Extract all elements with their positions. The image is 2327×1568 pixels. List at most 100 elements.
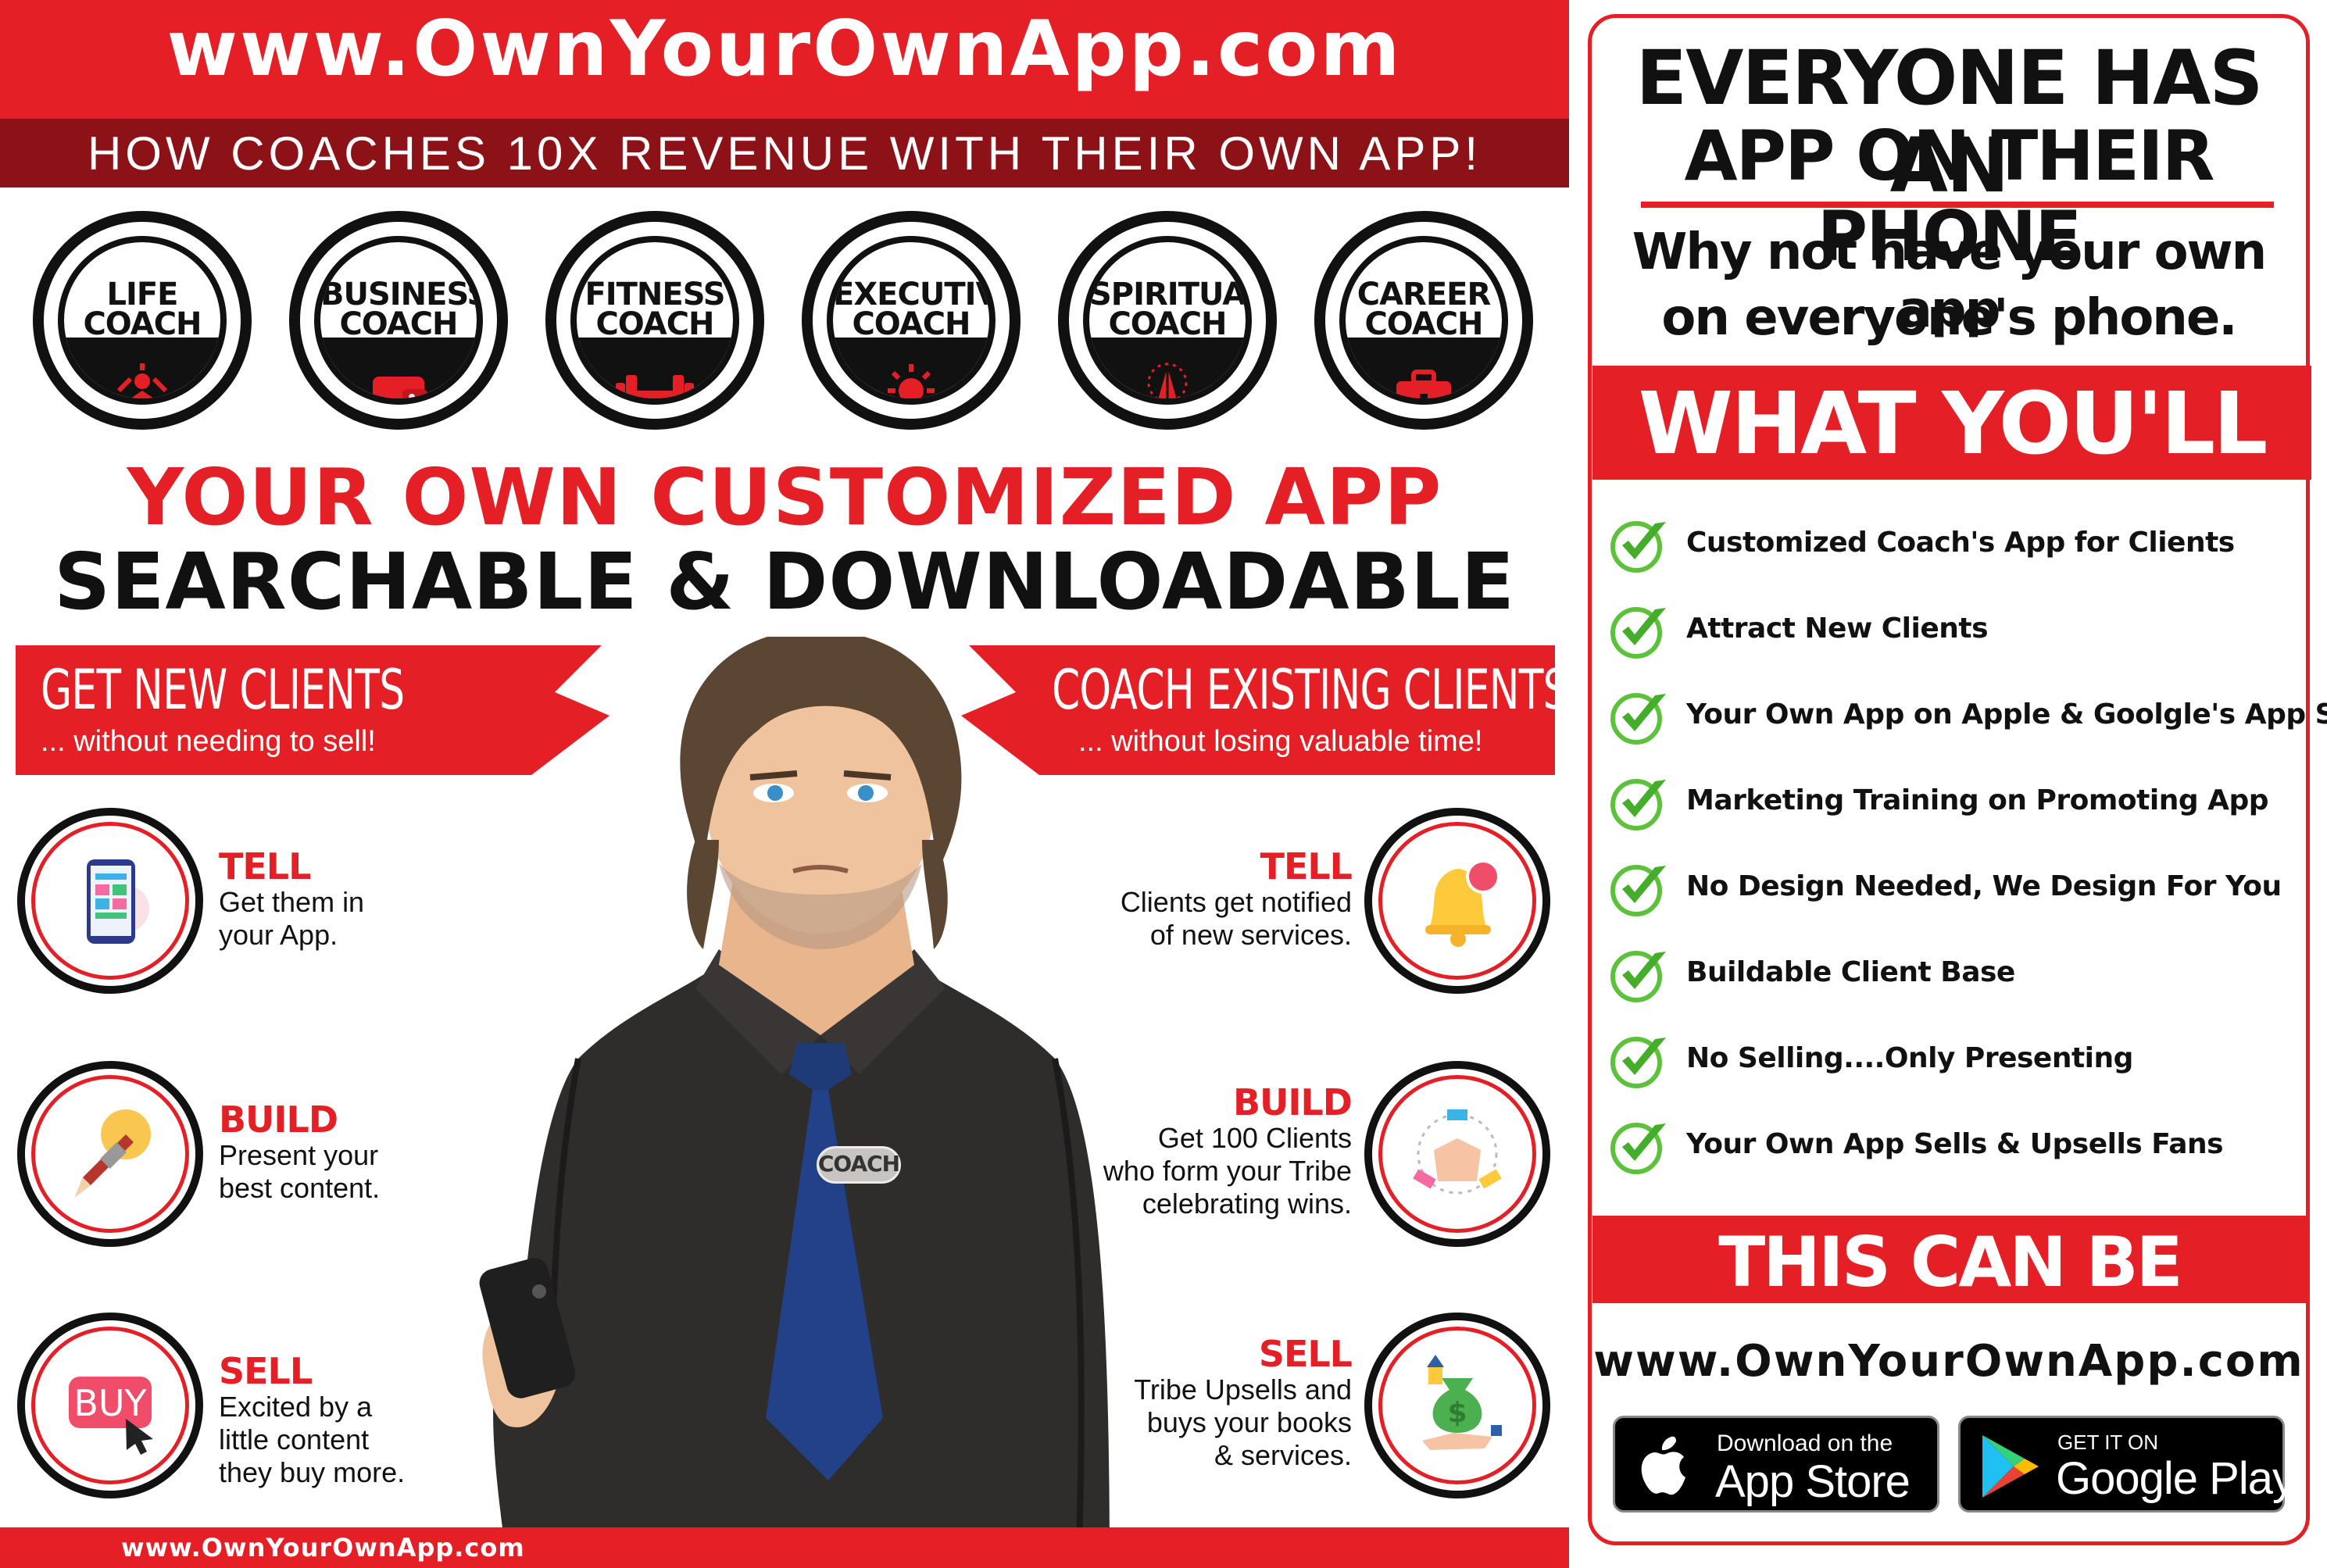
step-line: who form your Tribe bbox=[1103, 1155, 1352, 1187]
step-line: Clients get notified bbox=[1120, 886, 1352, 918]
check-icon bbox=[1608, 598, 1671, 661]
benefit-text: Attract New Clients bbox=[1686, 613, 1989, 645]
svg-text:BUY: BUY bbox=[73, 1382, 147, 1424]
panel-divider bbox=[1569, 0, 1586, 1568]
check-icon bbox=[1608, 513, 1671, 575]
svg-text:$: $ bbox=[1447, 1397, 1467, 1429]
coach-badge-label: COACH bbox=[817, 1151, 900, 1177]
dumbbell-icon bbox=[612, 359, 698, 398]
money-bag-icon: $ bbox=[1399, 1347, 1516, 1468]
coach-circle-inner: SPIRITUAL COACH bbox=[1083, 236, 1252, 405]
coach-type-business: BUSINESS COACH bbox=[289, 211, 508, 430]
google-play-small: GET IT ON bbox=[2057, 1430, 2159, 1454]
right-step-tell-circle bbox=[1364, 808, 1550, 994]
hands-together-icon bbox=[1399, 1095, 1516, 1216]
step-line: your App. bbox=[219, 919, 338, 951]
right-step-description: Tribe Upsells and buys your books & servic… bbox=[1134, 1373, 1352, 1472]
coach-label: EXECUTIVECOACH bbox=[833, 279, 989, 342]
benefit-item: Attract New Clients bbox=[1608, 598, 2311, 661]
coach-type-fitness: FITNESS COACH bbox=[545, 211, 764, 430]
check-icon bbox=[1608, 1114, 1671, 1177]
footer-url[interactable]: www.OwnYourOwnApp.com bbox=[121, 1533, 525, 1563]
coach-label: SPIRITUAL COACH bbox=[1089, 279, 1246, 342]
phone-app-icon bbox=[52, 842, 169, 963]
apple-icon bbox=[1641, 1436, 1685, 1495]
app-store-small: Download on the bbox=[1717, 1430, 1893, 1456]
left-step-build-circle bbox=[17, 1061, 203, 1247]
coach-circle-inner: FITNESS COACH bbox=[570, 236, 739, 405]
benefit-text: Buildable Client Base bbox=[1686, 956, 2015, 988]
benefit-item: No Design Needed, We Design For You bbox=[1608, 856, 2311, 919]
lightbulb-icon bbox=[876, 359, 946, 398]
step-line: Tribe Upsells and bbox=[1134, 1373, 1352, 1405]
header-url[interactable]: www.OwnYourOwnApp.com bbox=[0, 5, 1569, 94]
benefit-item: Marketing Training on Promoting App bbox=[1608, 770, 2311, 833]
google-play-big: Google Play bbox=[2056, 1453, 2295, 1504]
step-line: best content. bbox=[219, 1172, 381, 1204]
step-line: Get them in bbox=[219, 886, 365, 918]
get-new-clients-sub: ... without needing to sell! bbox=[41, 725, 376, 758]
coach-type-career: CAREER COACH bbox=[1314, 211, 1533, 430]
right-url[interactable]: www.OwnYourOwnApp.com bbox=[1588, 1336, 2310, 1387]
benefit-item: No Selling....Only Presenting bbox=[1608, 1028, 2311, 1091]
praying-hands-icon bbox=[1132, 359, 1203, 398]
left-step-tell-circle bbox=[17, 808, 203, 994]
right-step-description: Clients get notified of new services. bbox=[1121, 886, 1352, 952]
coach-label-line2: COACH bbox=[595, 306, 714, 342]
coach-label-line2: COACH bbox=[852, 306, 970, 342]
coach-circle-inner: EXECUTIVECOACH bbox=[827, 236, 995, 405]
benefit-item: Customized Coach's App for Clients bbox=[1608, 513, 2311, 575]
headline-customized-app: YOUR OWN CUSTOMIZED APP bbox=[127, 452, 1442, 543]
benefit-text: No Design Needed, We Design For You bbox=[1686, 870, 2282, 902]
benefit-text: Your Own App Sells & Upsells Fans bbox=[1686, 1128, 2224, 1160]
check-icon bbox=[1608, 684, 1671, 747]
step-line: & services. bbox=[1214, 1439, 1352, 1471]
coach-existing-clients-sub: ... without losing valuable time! bbox=[1078, 725, 1483, 758]
coach-type-life: LIFE COACH bbox=[33, 211, 252, 430]
coach-label-line2: COACH bbox=[83, 306, 202, 342]
step-line: Get 100 Clients bbox=[1157, 1122, 1352, 1154]
step-line: buys your books bbox=[1146, 1406, 1352, 1438]
check-icon bbox=[1608, 1028, 1671, 1091]
check-icon bbox=[1608, 942, 1671, 1005]
step-line: of new services. bbox=[1149, 919, 1352, 951]
buy-button-icon: BUY bbox=[52, 1347, 169, 1468]
coach-circle-inner: BUSINESS COACH bbox=[314, 236, 483, 405]
right-step-description: Get 100 Clients who form your Tribe celebr… bbox=[1103, 1122, 1352, 1220]
coach-label-line2: COACH bbox=[339, 306, 458, 342]
left-step-title: BUILD bbox=[219, 1098, 338, 1141]
subheader-text: HOW COACHES 10X REVENUE WITH THEIR OWN A… bbox=[87, 127, 1482, 180]
benefit-text: Your Own App on Apple & Goolgle's App St… bbox=[1686, 698, 2327, 730]
left-step-description: Excited by a little content they buy more. bbox=[219, 1391, 405, 1489]
app-store-button[interactable]: Download on the App Store bbox=[1613, 1416, 1939, 1513]
benefit-item: Your Own App on Apple & Goolgle's App St… bbox=[1608, 684, 2327, 747]
google-play-button[interactable]: GET IT ON Google Play bbox=[1958, 1416, 2295, 1513]
step-line: Present your bbox=[219, 1139, 379, 1171]
step-line: they buy more. bbox=[219, 1456, 406, 1488]
coach-label-line2: COACH bbox=[1108, 306, 1227, 342]
left-step-description: Present your best content. bbox=[219, 1139, 380, 1205]
coach-label-line2: COACH bbox=[1364, 306, 1483, 342]
check-icon bbox=[1608, 856, 1671, 919]
app-store-big: App Store bbox=[1715, 1456, 1911, 1507]
check-icon bbox=[1608, 770, 1671, 833]
left-step-description: Get them in your App. bbox=[219, 886, 364, 952]
coach-label: LIFE COACH bbox=[64, 279, 220, 342]
benefit-item: Buildable Client Base bbox=[1608, 942, 2311, 1005]
step-line: Excited by a bbox=[219, 1391, 373, 1423]
coach-circle-inner: CAREER COACH bbox=[1339, 236, 1508, 405]
person-icon bbox=[107, 359, 177, 398]
right-step-title: SELL bbox=[1258, 1333, 1353, 1375]
right-step-title: BUILD bbox=[1232, 1081, 1353, 1123]
get-new-clients-title: GET NEW CLIENTS bbox=[41, 658, 405, 722]
briefcase-icon bbox=[1389, 359, 1459, 398]
coach-circle-inner: LIFE COACH bbox=[58, 236, 227, 405]
coach-man-illustration bbox=[479, 637, 1110, 1568]
right-step-build-circle bbox=[1364, 1061, 1550, 1247]
coach-existing-clients-title: COACH EXISTING CLIENTS bbox=[1052, 658, 1569, 722]
title-underline bbox=[1641, 202, 2274, 208]
step-line: celebrating wins. bbox=[1142, 1188, 1352, 1220]
benefit-item: Your Own App Sells & Upsells Fans bbox=[1608, 1114, 2311, 1177]
coach-label: FITNESS COACH bbox=[577, 279, 733, 342]
right-step-title: TELL bbox=[1260, 845, 1353, 888]
